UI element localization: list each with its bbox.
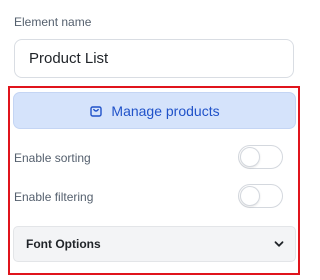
font-options-label: Font Options <box>26 237 101 251</box>
element-name-label: Element name <box>14 15 92 29</box>
shopping-bag-icon <box>89 104 103 118</box>
manage-products-button[interactable]: Manage products <box>13 92 296 129</box>
manage-products-label: Manage products <box>111 102 220 119</box>
element-name-input[interactable] <box>14 39 294 78</box>
font-options-accordion[interactable]: Font Options <box>13 226 296 262</box>
element-settings-panel: Element name Manage products Enable sort… <box>0 0 305 280</box>
enable-sorting-label: Enable sorting <box>14 151 91 165</box>
enable-sorting-toggle[interactable] <box>238 145 283 169</box>
enable-filtering-label: Enable filtering <box>14 190 94 204</box>
toggle-knob <box>240 186 260 206</box>
toggle-knob <box>240 147 260 167</box>
chevron-down-icon <box>273 238 285 250</box>
enable-filtering-toggle[interactable] <box>238 184 283 208</box>
